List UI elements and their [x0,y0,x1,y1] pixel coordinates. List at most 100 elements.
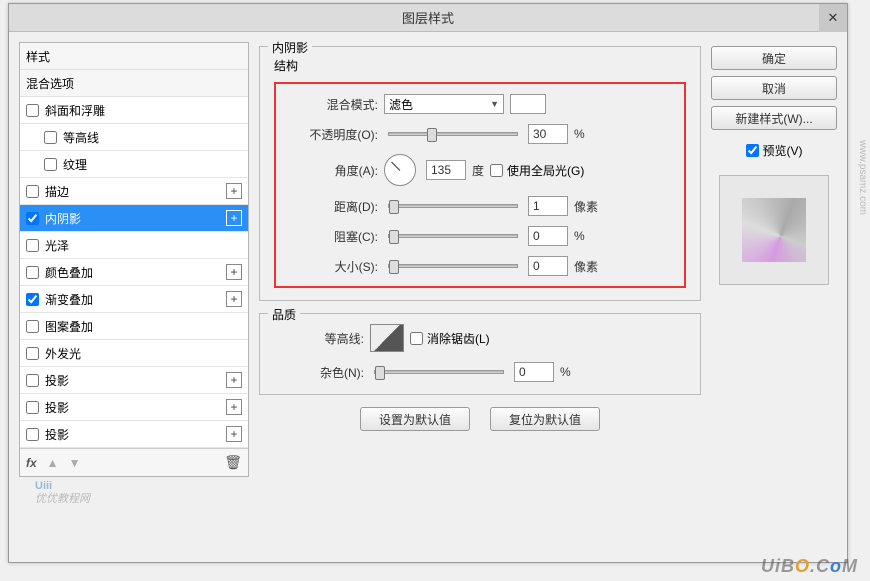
style-checkbox[interactable] [26,374,39,387]
shadow-color-swatch[interactable] [510,94,546,114]
add-effect-icon[interactable]: + [226,183,242,199]
style-checkbox[interactable] [44,131,57,144]
contour-row: 等高线: 消除锯齿(L) [274,324,686,352]
preview-input[interactable] [746,144,759,157]
noise-input[interactable] [514,362,554,382]
fx-menu-button[interactable]: fx [26,456,37,470]
style-item-7[interactable]: 渐变叠加+ [20,286,248,313]
ok-button[interactable]: 确定 [711,46,837,70]
add-effect-icon[interactable]: + [226,426,242,442]
style-item-2[interactable]: 纹理 [20,151,248,178]
distance-input[interactable] [528,196,568,216]
style-checkbox[interactable] [26,266,39,279]
dialog-content: 样式 混合选项 斜面和浮雕等高线纹理描边+内阴影+光泽颜色叠加+渐变叠加+图案叠… [9,32,847,487]
style-checkbox[interactable] [26,428,39,441]
new-style-button[interactable]: 新建样式(W)... [711,106,837,130]
style-checkbox[interactable] [26,212,39,225]
style-item-8[interactable]: 图案叠加 [20,313,248,340]
set-default-button[interactable]: 设置为默认值 [360,407,470,431]
inner-shadow-fieldset: 内阴影 结构 混合模式: 滤色 ▼ 不透明度(O): [259,46,701,301]
add-effect-icon[interactable]: + [226,291,242,307]
size-slider[interactable] [388,264,518,268]
style-item-10[interactable]: 投影+ [20,367,248,394]
angle-dial[interactable] [384,154,416,186]
contour-label: 等高线: [274,330,364,347]
choke-label: 阻塞(C): [288,228,378,245]
style-item-4[interactable]: 内阴影+ [20,205,248,232]
add-effect-icon[interactable]: + [226,264,242,280]
noise-slider[interactable] [374,370,504,374]
structure-group: 结构 混合模式: 滤色 ▼ 不透明度(O): [274,57,686,288]
layer-style-dialog: 图层样式 ✕ 样式 混合选项 斜面和浮雕等高线纹理描边+内阴影+光泽颜色叠加+渐… [8,3,848,563]
choke-slider[interactable] [388,234,518,238]
antialias-checkbox[interactable]: 消除锯齿(L) [410,330,490,347]
style-checkbox[interactable] [26,185,39,198]
opacity-slider[interactable] [388,132,518,136]
antialias-input[interactable] [410,332,423,345]
styles-list: 样式 混合选项 斜面和浮雕等高线纹理描边+内阴影+光泽颜色叠加+渐变叠加+图案叠… [20,43,248,448]
style-label: 内阴影 [45,210,226,227]
style-checkbox[interactable] [26,104,39,117]
blend-mode-label: 混合模式: [288,96,378,113]
style-label: 图案叠加 [45,318,242,335]
quality-fieldset: 品质 等高线: 消除锯齿(L) 杂色(N): % [259,313,701,395]
opacity-unit: % [574,127,585,141]
move-up-icon[interactable]: ▲ [47,456,59,470]
style-checkbox[interactable] [26,401,39,414]
style-label: 描边 [45,183,226,200]
angle-input[interactable] [426,160,466,180]
opacity-row: 不透明度(O): % [288,124,672,144]
size-input[interactable] [528,256,568,276]
settings-panel: 内阴影 结构 混合模式: 滤色 ▼ 不透明度(O): [259,42,701,477]
distance-row: 距离(D): 像素 [288,196,672,216]
angle-label: 角度(A): [288,162,378,179]
style-item-11[interactable]: 投影+ [20,394,248,421]
style-checkbox[interactable] [26,293,39,306]
size-row: 大小(S): 像素 [288,256,672,276]
style-item-12[interactable]: 投影+ [20,421,248,448]
style-item-0[interactable]: 斜面和浮雕 [20,97,248,124]
preview-checkbox[interactable]: 预览(V) [711,142,837,159]
distance-label: 距离(D): [288,198,378,215]
watermark-left: Uiii 优优教程网 [35,480,90,506]
style-item-1[interactable]: 等高线 [20,124,248,151]
style-item-6[interactable]: 颜色叠加+ [20,259,248,286]
noise-label: 杂色(N): [274,364,364,381]
watermark-bottom: UiBO.CoM [761,556,858,577]
move-down-icon[interactable]: ▼ [69,456,81,470]
action-panel: 确定 取消 新建样式(W)... 预览(V) [711,42,837,477]
global-light-input[interactable] [490,164,503,177]
style-label: 光泽 [45,237,242,254]
antialias-label: 消除锯齿(L) [427,330,490,347]
style-label: 斜面和浮雕 [45,102,242,119]
style-checkbox[interactable] [26,239,39,252]
opacity-input[interactable] [528,124,568,144]
distance-slider[interactable] [388,204,518,208]
style-label: 颜色叠加 [45,264,226,281]
style-checkbox[interactable] [26,320,39,333]
style-checkbox[interactable] [44,158,57,171]
preview-box [719,175,829,285]
contour-picker[interactable] [370,324,404,352]
style-item-3[interactable]: 描边+ [20,178,248,205]
trash-icon[interactable]: 🗑 [224,454,242,471]
blend-mode-dropdown[interactable]: 滤色 ▼ [384,94,504,114]
global-light-checkbox[interactable]: 使用全局光(G) [490,162,584,179]
style-item-5[interactable]: 光泽 [20,232,248,259]
close-button[interactable]: ✕ [819,4,847,32]
global-light-label: 使用全局光(G) [507,162,584,179]
style-checkbox[interactable] [26,347,39,360]
style-item-9[interactable]: 外发光 [20,340,248,367]
list-header-styles[interactable]: 样式 [20,43,248,70]
choke-input[interactable] [528,226,568,246]
reset-default-button[interactable]: 复位为默认值 [490,407,600,431]
style-label: 投影 [45,372,226,389]
cancel-button[interactable]: 取消 [711,76,837,100]
close-icon: ✕ [828,10,839,26]
add-effect-icon[interactable]: + [226,210,242,226]
preview-thumbnail [742,198,806,262]
list-header-blend[interactable]: 混合选项 [20,70,248,97]
dialog-title: 图层样式 [402,8,454,27]
add-effect-icon[interactable]: + [226,399,242,415]
add-effect-icon[interactable]: + [226,372,242,388]
